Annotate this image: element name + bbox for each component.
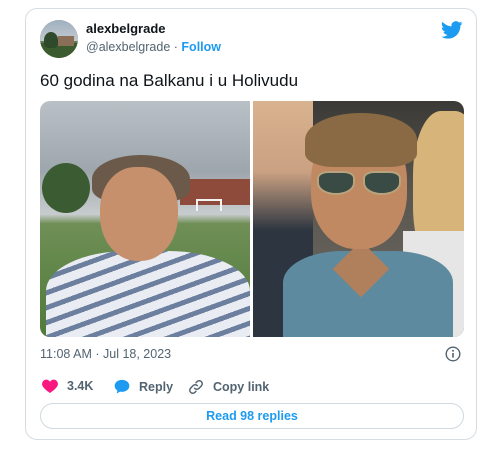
- follow-button[interactable]: Follow: [181, 40, 221, 54]
- avatar[interactable]: [40, 20, 78, 58]
- reply-label: Reply: [139, 379, 174, 394]
- author-name[interactable]: alexbelgrade: [86, 21, 166, 36]
- copy-link-label: Copy link: [213, 380, 270, 394]
- tweet-text: 60 godina na Balkanu i u Holivudu: [40, 71, 299, 90]
- tweet-timestamp[interactable]: 11:08 AM · Jul 18, 2023: [40, 347, 171, 361]
- action-bar: 3.4K Reply Copy link: [40, 379, 464, 397]
- heart-icon: [42, 379, 58, 393]
- link-icon: [189, 380, 203, 394]
- separator-dot: ·: [173, 40, 178, 54]
- info-icon[interactable]: [445, 346, 461, 362]
- author-handle[interactable]: @alexbelgrade: [86, 40, 170, 54]
- photo-left[interactable]: [40, 101, 250, 337]
- reply-button[interactable]: Reply: [114, 379, 173, 394]
- tweet-card: alexbelgrade @alexbelgrade · Follow 60 g…: [25, 8, 477, 440]
- like-button[interactable]: 3.4K: [42, 379, 93, 393]
- speech-bubble-icon: [114, 379, 130, 394]
- twitter-bird-icon[interactable]: [441, 21, 463, 39]
- read-replies-button[interactable]: Read 98 replies: [40, 403, 464, 429]
- tweet-media[interactable]: [40, 101, 464, 337]
- photo-right[interactable]: [253, 101, 464, 337]
- copy-link-button[interactable]: Copy link: [188, 379, 269, 395]
- author-handle-line: @alexbelgrade · Follow: [86, 40, 221, 54]
- like-count: 3.4K: [67, 379, 94, 393]
